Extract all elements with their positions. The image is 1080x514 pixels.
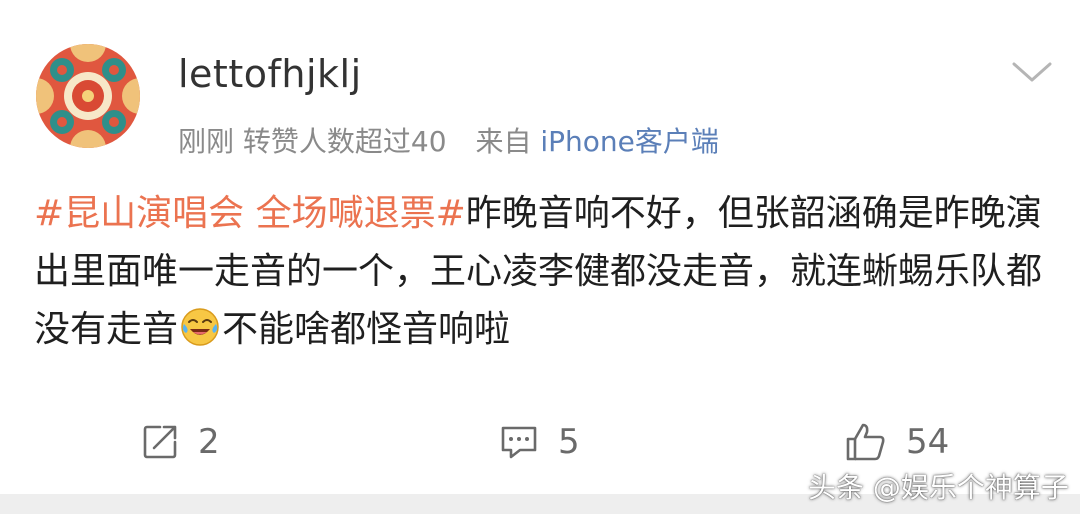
repost-button[interactable]: 2 <box>140 412 220 472</box>
thumbs-up-icon <box>846 423 885 461</box>
source-link[interactable]: iPhone客户端 <box>540 125 719 158</box>
repost-count: 2 <box>198 422 220 462</box>
comment-icon <box>501 426 537 459</box>
like-count: 54 <box>906 422 950 462</box>
topic-link[interactable]: #昆山演唱会 全场喊退票# <box>34 193 466 234</box>
username[interactable]: lettofhjklj <box>178 52 362 96</box>
comment-button[interactable]: 5 <box>498 412 580 472</box>
repost-icon <box>143 425 177 459</box>
watermark: 头条 @娱乐个神算子 <box>808 471 1069 504</box>
chevron-down-icon[interactable] <box>1010 58 1054 86</box>
forward-note: 转赞人数超过40 <box>242 125 447 158</box>
post-text-part2: 不能啥都怪音响啦 <box>222 309 511 350</box>
source-prefix: 来自 <box>475 125 532 158</box>
like-button[interactable]: 54 <box>844 412 949 472</box>
action-bar: 2 5 54 <box>0 412 1080 472</box>
post-body: #昆山演唱会 全场喊退票#昨晚音响不好，但张韶涵确是昨晚演出里面唯一走音的一个，… <box>34 185 1054 359</box>
avatar-pattern-icon <box>36 44 140 148</box>
post-time: 刚刚 <box>178 125 235 158</box>
laugh-cry-emoji-icon <box>181 308 219 346</box>
comment-count: 5 <box>558 422 580 462</box>
avatar[interactable] <box>36 44 140 148</box>
post-meta: 刚刚 转赞人数超过40 来自 iPhone客户端 <box>178 120 719 160</box>
